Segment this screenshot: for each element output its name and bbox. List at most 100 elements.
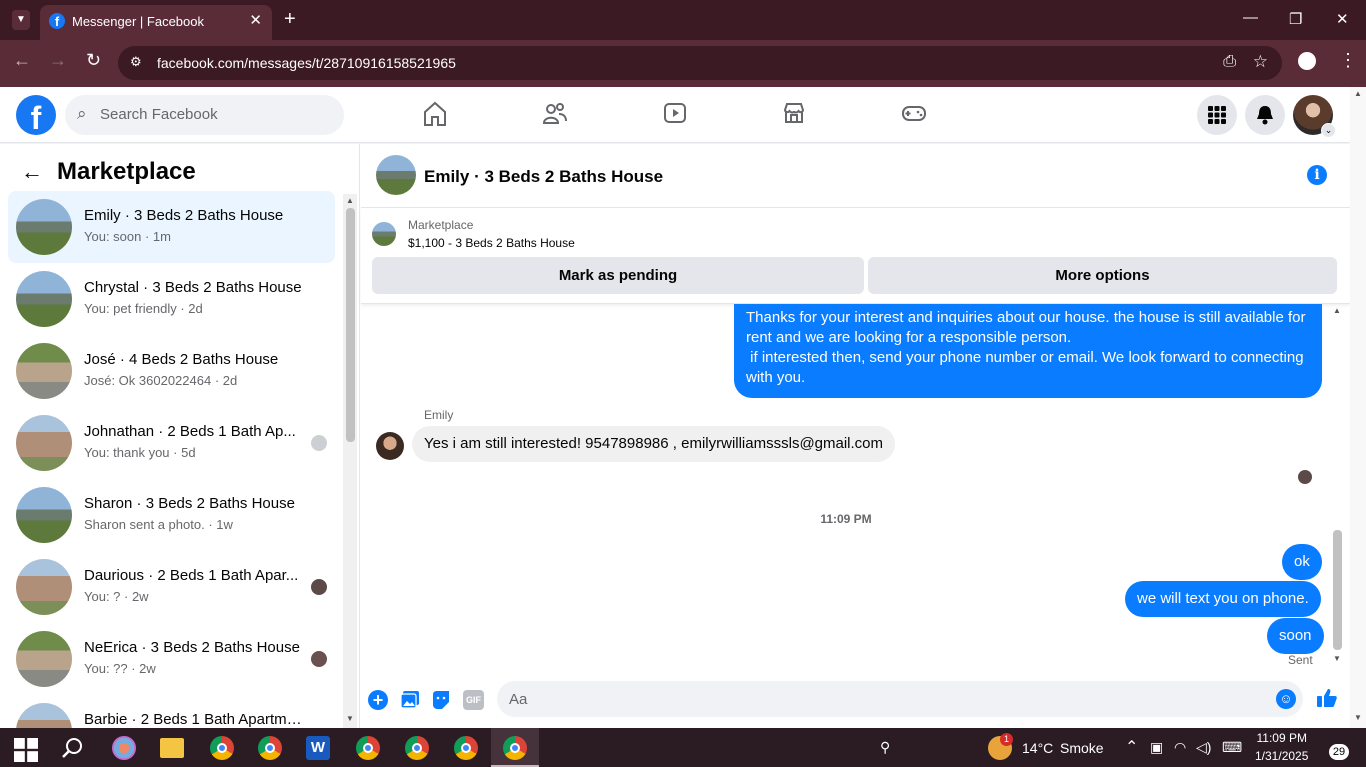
paint-app-icon[interactable] xyxy=(112,736,136,760)
gaming-icon[interactable] xyxy=(901,101,927,125)
chrome-icon[interactable] xyxy=(210,736,234,760)
search-icon[interactable] xyxy=(61,736,85,760)
conversation-item[interactable]: NeErica · 3 Beds 2 Baths House You: ?? ·… xyxy=(8,623,335,695)
add-attachment-icon[interactable]: + xyxy=(368,690,388,710)
keyboard-icon[interactable]: ⌨ xyxy=(1222,739,1242,756)
facebook-logo[interactable]: f xyxy=(16,95,56,135)
conversation-preview: You: ? · 2w xyxy=(84,589,149,604)
scroll-down-arrow-icon[interactable]: ▼ xyxy=(346,714,354,723)
back-arrow-icon[interactable]: ← xyxy=(13,50,31,71)
scroll-up-arrow-icon[interactable]: ▲ xyxy=(346,196,354,205)
word-icon[interactable]: W xyxy=(306,736,330,760)
windows-start-icon[interactable] xyxy=(14,738,38,762)
url-text[interactable]: facebook.com/messages/t/2871091615852196… xyxy=(157,55,456,71)
watch-icon[interactable] xyxy=(663,101,687,125)
conversation-item[interactable]: Daurious · 2 Beds 1 Bath Apar... You: ? … xyxy=(8,551,335,623)
account-avatar[interactable]: ⌄ xyxy=(1293,95,1336,138)
listing-title[interactable]: $1,100 - 3 Beds 2 Baths House xyxy=(408,236,575,250)
browser-tab[interactable]: f Messenger | Facebook ✕ xyxy=(40,5,272,40)
sidebar-scrollbar[interactable]: ▲ ▼ xyxy=(343,194,357,728)
chrome-icon[interactable] xyxy=(503,736,527,760)
volume-icon[interactable]: ◁) xyxy=(1196,739,1211,756)
home-icon[interactable] xyxy=(423,101,447,127)
conversation-name: Sharon · 3 Beds 2 Baths House xyxy=(84,495,295,512)
conversation-item[interactable]: Emily · 3 Beds 2 Baths House You: soon ·… xyxy=(8,191,335,263)
thumbs-up-icon[interactable] xyxy=(1316,688,1338,714)
conversation-preview: Sharon sent a photo. · 1w xyxy=(84,517,233,532)
chat-title[interactable]: Emily · 3 Beds 2 Baths House xyxy=(424,167,663,187)
tab-title: Messenger | Facebook xyxy=(72,14,204,29)
scroll-down-arrow-icon[interactable]: ▼ xyxy=(1354,713,1362,722)
conversation-item[interactable]: Sharon · 3 Beds 2 Baths House Sharon sen… xyxy=(8,479,335,551)
chrome-menu-icon[interactable]: ⋮ xyxy=(1339,50,1357,71)
chat-scrollbar[interactable]: ▲ ▼ xyxy=(1330,304,1344,668)
chrome-icon[interactable] xyxy=(356,736,380,760)
message-status: Sent xyxy=(1288,653,1313,667)
chevron-up-icon[interactable]: ⌃ xyxy=(1125,737,1138,757)
window-close-button[interactable]: ✕ xyxy=(1336,10,1349,28)
outgoing-message[interactable]: we will text you on phone. xyxy=(1125,581,1321,617)
scroll-down-arrow-icon[interactable]: ▼ xyxy=(1333,654,1341,663)
clock-date[interactable]: 1/31/2025 xyxy=(1255,749,1308,763)
scroll-up-arrow-icon[interactable]: ▲ xyxy=(1333,306,1341,315)
conversation-item[interactable]: Johnathan · 2 Beds 1 Bath Ap... You: tha… xyxy=(8,407,335,479)
outgoing-message[interactable]: soon xyxy=(1267,618,1324,654)
incoming-message[interactable]: Yes i am still interested! 9547898986 , … xyxy=(412,426,896,462)
reload-icon[interactable]: ↻ xyxy=(86,50,101,71)
tab-search-button[interactable]: ▼ xyxy=(12,10,30,30)
scrollbar-thumb[interactable] xyxy=(1333,530,1342,650)
clock-time[interactable]: 11:09 PM xyxy=(1255,731,1307,745)
conversation-item[interactable]: Barbie · 2 Beds 1 Bath Apartmen... xyxy=(8,695,335,728)
photo-icon[interactable] xyxy=(400,690,420,710)
tab-close-icon[interactable]: ✕ xyxy=(249,11,262,29)
weather-temp[interactable]: 14°C xyxy=(1022,740,1053,756)
sticker-icon[interactable] xyxy=(431,690,451,710)
people-icon[interactable]: ⚲ xyxy=(880,739,890,756)
listing-thumbnail xyxy=(16,559,72,615)
friends-icon[interactable] xyxy=(542,101,568,127)
weather-icon[interactable]: 1 xyxy=(988,733,1013,760)
listing-thumbnail xyxy=(16,487,72,543)
outgoing-message[interactable]: Thanks for your interest and inquiries a… xyxy=(734,304,1322,398)
conversation-item[interactable]: Chrystal · 3 Beds 2 Baths House You: pet… xyxy=(8,263,335,335)
file-explorer-icon[interactable] xyxy=(160,738,184,758)
chat-listing-avatar[interactable] xyxy=(376,155,416,195)
sender-avatar[interactable] xyxy=(376,432,404,460)
notifications-bell-icon[interactable] xyxy=(1245,95,1285,135)
chrome-icon[interactable] xyxy=(454,736,478,760)
info-icon[interactable]: i xyxy=(1307,165,1327,185)
chevron-down-icon: ⌄ xyxy=(1321,123,1336,138)
scrollbar-thumb[interactable] xyxy=(346,208,355,442)
marketplace-listing-banner: Marketplace $1,100 - 3 Beds 2 Baths Hous… xyxy=(361,208,1350,304)
profile-icon[interactable] xyxy=(1298,52,1316,70)
omnibox[interactable]: ⚙ facebook.com/messages/t/28710916158521… xyxy=(118,46,1282,80)
wifi-icon[interactable]: ◠ xyxy=(1174,739,1186,756)
weather-description[interactable]: Smoke xyxy=(1060,740,1104,756)
back-arrow-icon[interactable]: ← xyxy=(21,159,43,185)
marketplace-icon[interactable] xyxy=(782,101,806,125)
chrome-icon[interactable] xyxy=(405,736,429,760)
gif-button[interactable]: GIF xyxy=(463,690,484,710)
site-info-icon[interactable]: ⚙ xyxy=(130,54,142,70)
outgoing-message[interactable]: ok xyxy=(1282,544,1322,580)
restore-button[interactable]: ❐ xyxy=(1289,10,1302,28)
search-input[interactable]: ⌕ Search Facebook xyxy=(65,95,344,135)
install-app-icon[interactable]: ⎙ xyxy=(1223,53,1236,71)
listing-thumbnail[interactable] xyxy=(372,222,396,246)
minimize-button[interactable]: — xyxy=(1243,9,1258,26)
conversation-name: Barbie · 2 Beds 1 Bath Apartmen... xyxy=(84,711,304,728)
menu-grid-icon[interactable] xyxy=(1197,95,1237,135)
bookmark-star-icon[interactable]: ☆ xyxy=(1253,52,1268,72)
new-tab-button[interactable]: + xyxy=(284,8,296,31)
forward-arrow-icon[interactable]: → xyxy=(49,50,67,71)
more-options-button[interactable]: More options xyxy=(868,257,1337,294)
scroll-up-arrow-icon[interactable]: ▲ xyxy=(1354,89,1362,98)
meet-now-icon[interactable]: ▣ xyxy=(1150,739,1163,756)
page-scrollbar[interactable]: ▲ ▼ xyxy=(1350,87,1366,728)
conversation-name: José · 4 Beds 2 Baths House xyxy=(84,351,279,368)
emoji-icon[interactable]: ☺ xyxy=(1276,689,1296,709)
mark-as-pending-button[interactable]: Mark as pending xyxy=(372,257,864,294)
message-input[interactable]: Aa ☺ xyxy=(497,681,1303,717)
conversation-item[interactable]: José · 4 Beds 2 Baths House José: Ok 360… xyxy=(8,335,335,407)
chrome-icon[interactable] xyxy=(258,736,282,760)
